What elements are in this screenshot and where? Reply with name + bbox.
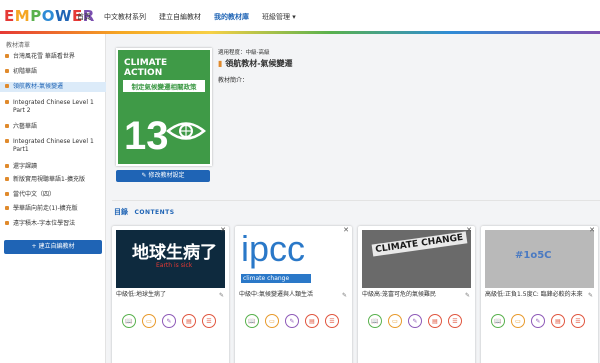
lesson-card[interactable]: #1o5C ✕ 高級低:正負1.5度C: 臨鋒必較的未來 ✎ 📖 ▭ ✎ ▤ ☰ bbox=[481, 226, 598, 363]
lesson-activity-icons: 📖 ▭ ✎ ▤ ☰ bbox=[368, 314, 468, 334]
cover-number: 13 bbox=[124, 114, 169, 158]
edit-pencil-icon[interactable]: ✎ bbox=[588, 292, 593, 299]
sidebar: 教材清單 台灣風花雪 華語看世界 初階華語領航教材-氣候變遷 Integrated … bbox=[0, 34, 106, 363]
close-icon[interactable]: ✕ bbox=[589, 226, 595, 234]
sidebar-item[interactable]: 台灣風花雪 華語看世界 bbox=[0, 52, 106, 62]
nav-my-library[interactable]: 我的教材庫 bbox=[214, 12, 249, 22]
sidebar-item[interactable]: 學華語向前走(1)-擴充版 bbox=[0, 204, 106, 214]
list-icon[interactable]: ☰ bbox=[325, 314, 339, 328]
book-title-text: 領航教材-氣候變遷 bbox=[225, 59, 293, 68]
book-title: ▮ 領航教材-氣候變遷 bbox=[218, 58, 293, 69]
sidebar-item[interactable]: 遠字積木-字本位學習法 bbox=[0, 219, 106, 229]
lesson-title: 高級低:正負1.5度C: 臨鋒必較的未來 bbox=[485, 291, 583, 298]
lesson-thumbnail[interactable]: #1o5C bbox=[485, 230, 594, 288]
logo-letter: M bbox=[14, 7, 31, 25]
close-icon[interactable]: ✕ bbox=[343, 226, 349, 234]
book-intro: 教材簡介： bbox=[218, 77, 249, 84]
sidebar-item[interactable]: 六藝華語 bbox=[0, 122, 106, 132]
write-icon[interactable]: ✎ bbox=[162, 314, 176, 328]
edit-pencil-icon[interactable]: ✎ bbox=[219, 292, 224, 299]
close-icon[interactable]: ✕ bbox=[466, 226, 472, 234]
divider bbox=[112, 200, 600, 201]
lesson-thumbnail[interactable]: CLIMATE CHANGE bbox=[362, 230, 471, 288]
logo-letter: P bbox=[30, 7, 42, 25]
sidebar-title: 教材清單 bbox=[6, 42, 31, 49]
book-icon[interactable]: 📖 bbox=[245, 314, 259, 328]
nav-class-management[interactable]: 班級管理 ▾ bbox=[262, 12, 296, 22]
book-icon[interactable]: 📖 bbox=[491, 314, 505, 328]
thumbnail-subtext: climate change bbox=[241, 274, 311, 283]
thumbnail-text: #1o5C bbox=[515, 250, 552, 261]
quiz-icon[interactable]: ▤ bbox=[428, 314, 442, 328]
list-icon[interactable]: ☰ bbox=[448, 314, 462, 328]
lesson-thumbnail[interactable]: ipcc climate change bbox=[239, 230, 348, 288]
sidebar-item[interactable]: 初階華語 bbox=[0, 67, 106, 77]
lesson-title: 中級高:笼富可危的氣候難民 bbox=[362, 291, 437, 298]
vocab-icon[interactable]: ▭ bbox=[511, 314, 525, 328]
book-icon[interactable]: 📖 bbox=[122, 314, 136, 328]
create-material-button[interactable]: + 建立自編教材 bbox=[4, 240, 102, 254]
edit-material-button[interactable]: ✎ 修改教材設定 bbox=[116, 170, 210, 182]
lesson-card[interactable]: CLIMATE CHANGE ✕ 中級高:笼富可危的氣候難民 ✎ 📖 ▭ ✎ ▤ ☰ bbox=[358, 226, 475, 363]
list-icon[interactable]: ☰ bbox=[571, 314, 585, 328]
cover-subtitle: 制定氣候變遷相關政策 bbox=[123, 80, 205, 92]
vocab-icon[interactable]: ▭ bbox=[388, 314, 402, 328]
write-icon[interactable]: ✎ bbox=[285, 314, 299, 328]
lesson-card[interactable]: ipcc climate change ✕ 中級中:氣候變遷與人類生活 ✎ 📖 ▭ ✎ ▤ ☰ bbox=[235, 226, 352, 363]
book-cover: CLIMATE ACTION 制定氣候變遷相關政策 13 bbox=[116, 48, 212, 166]
sidebar-item[interactable]: 還字課讀 bbox=[0, 162, 106, 172]
lesson-title: 中級中:氣候變遷與人類生活 bbox=[239, 291, 314, 298]
sidebar-item[interactable]: Integrated Chinese Level 1 Part 2 bbox=[0, 98, 106, 116]
main-nav: 首頁 中文教材系列 建立自編教材 我的教材庫 班級管理 ▾ bbox=[77, 12, 309, 22]
write-icon[interactable]: ✎ bbox=[531, 314, 545, 328]
sidebar-item[interactable]: 新版實用視聽華語1-擴充版 bbox=[0, 175, 106, 185]
sidebar-item[interactable]: 當代中文（四） bbox=[0, 190, 106, 200]
list-icon[interactable]: ☰ bbox=[202, 314, 216, 328]
level-text: 適用程度：中級-高級 bbox=[218, 50, 270, 56]
contents-en: CONTENTS bbox=[134, 209, 175, 216]
lesson-title: 中級低:地球生病了 bbox=[116, 291, 167, 298]
contents-zh: 目錄 bbox=[114, 208, 128, 216]
close-icon[interactable]: ✕ bbox=[220, 226, 226, 234]
thumbnail-text: 地球生病了 bbox=[132, 243, 217, 263]
sidebar-item[interactable]: Integrated Chinese Level 1 Part1 bbox=[0, 137, 106, 155]
logo-letter: O bbox=[41, 7, 55, 25]
quiz-icon[interactable]: ▤ bbox=[182, 314, 196, 328]
thumbnail-subtext: Earth is sick bbox=[156, 262, 193, 269]
lesson-activity-icons: 📖 ▭ ✎ ▤ ☰ bbox=[245, 314, 345, 334]
lesson-activity-icons: 📖 ▭ ✎ ▤ ☰ bbox=[491, 314, 591, 334]
nav-create-material[interactable]: 建立自編教材 bbox=[159, 12, 201, 22]
sidebar-item[interactable]: 領航教材-氣候變遷 bbox=[0, 82, 106, 92]
thumbnail-text: CLIMATE CHANGE bbox=[371, 231, 467, 257]
lesson-activity-icons: 📖 ▭ ✎ ▤ ☰ bbox=[122, 314, 222, 334]
quiz-icon[interactable]: ▤ bbox=[551, 314, 565, 328]
thumbnail-text: ipcc bbox=[241, 230, 306, 269]
lesson-thumbnail[interactable]: 地球生病了 Earth is sick bbox=[116, 230, 225, 288]
write-icon[interactable]: ✎ bbox=[408, 314, 422, 328]
book-icon: ▮ bbox=[218, 59, 223, 68]
vocab-icon[interactable]: ▭ bbox=[265, 314, 279, 328]
logo-letter: E bbox=[4, 7, 15, 25]
cover-title: CLIMATE ACTION bbox=[124, 58, 168, 78]
book-icon[interactable]: 📖 bbox=[368, 314, 382, 328]
lesson-card[interactable]: 地球生病了 Earth is sick ✕ 中級低:地球生病了 ✎ 📖 ▭ ✎ ▤ ☰ bbox=[112, 226, 229, 363]
top-navbar: EMPOWER 首頁 中文教材系列 建立自編教材 我的教材庫 班級管理 ▾ bbox=[0, 0, 600, 34]
vocab-icon[interactable]: ▭ bbox=[142, 314, 156, 328]
quiz-icon[interactable]: ▤ bbox=[305, 314, 319, 328]
edit-pencil-icon[interactable]: ✎ bbox=[342, 292, 347, 299]
eye-icon bbox=[166, 122, 206, 140]
nav-home[interactable]: 首頁 bbox=[77, 12, 91, 22]
contents-heading: 目錄 CONTENTS bbox=[114, 207, 175, 217]
edit-pencil-icon[interactable]: ✎ bbox=[465, 292, 470, 299]
logo-letter: W bbox=[54, 7, 72, 25]
nav-chinese-series[interactable]: 中文教材系列 bbox=[104, 12, 146, 22]
book-meta: 適用程度：中級-高級 ▮ 領航教材-氣候變遷 教材簡介： bbox=[218, 48, 293, 84]
